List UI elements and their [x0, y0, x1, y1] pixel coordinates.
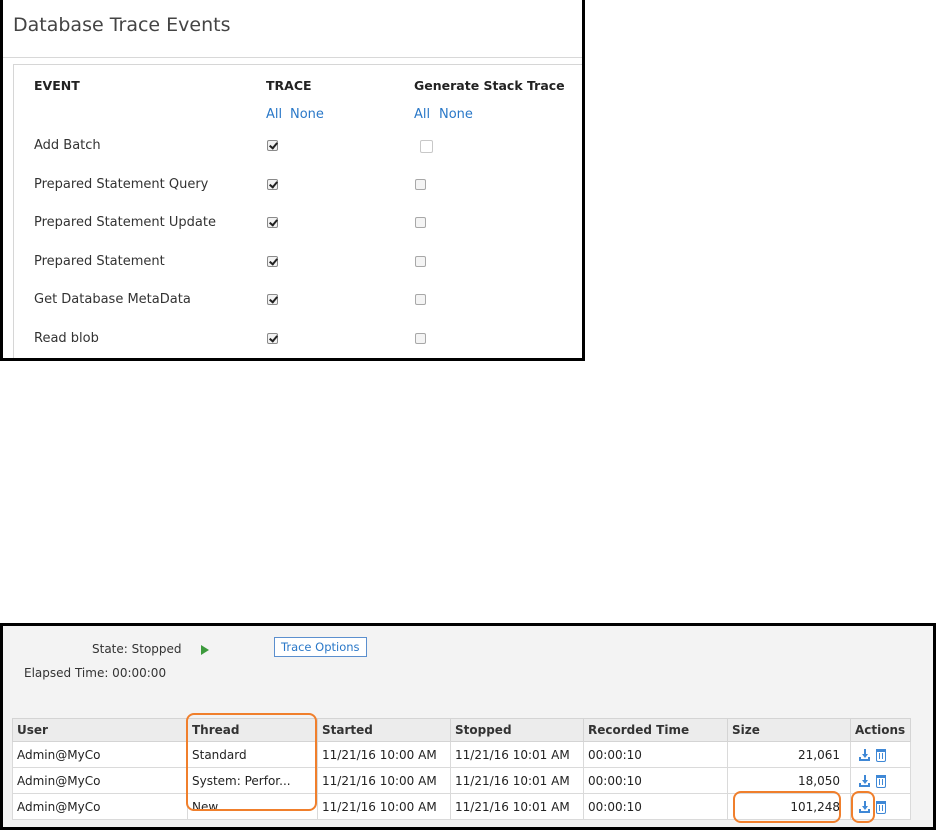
title-divider	[3, 57, 582, 58]
state-label: State: Stopped	[92, 642, 182, 656]
event-label-add-batch: Add Batch	[34, 138, 101, 153]
column-header-stopped[interactable]: Stopped	[450, 718, 584, 742]
trace-results-table: User Thread Started Stopped Recorded Tim…	[12, 718, 911, 820]
trash-icon[interactable]	[876, 748, 886, 762]
column-header-recorded-time[interactable]: Recorded Time	[583, 718, 728, 742]
column-header-user[interactable]: User	[12, 718, 188, 742]
event-label-prepared-statement-query: Prepared Statement Query	[34, 177, 209, 192]
column-header-started[interactable]: Started	[317, 718, 451, 742]
cell-user: Admin@MyCo	[12, 793, 188, 820]
event-label-read-blob: Read blob	[34, 331, 99, 346]
cell-started: 11/21/16 10:00 AM	[317, 767, 451, 794]
panel-title: Database Trace Events	[13, 14, 231, 36]
stack-checkbox-get-database-metadata[interactable]	[415, 294, 426, 305]
cell-thread: New	[187, 793, 318, 820]
download-icon[interactable]	[859, 749, 872, 761]
trash-icon[interactable]	[876, 800, 886, 814]
column-header-trace: TRACE	[266, 78, 312, 93]
column-header-stack-trace: Generate Stack Trace	[414, 78, 565, 93]
cell-actions	[850, 793, 911, 820]
stack-checkbox-prepared-statement[interactable]	[415, 256, 426, 267]
cell-actions	[850, 741, 911, 768]
cell-actions	[850, 767, 911, 794]
cell-started: 11/21/16 10:00 AM	[317, 741, 451, 768]
trace-checkbox-prepared-statement-query[interactable]	[267, 179, 278, 190]
stack-select-none-link[interactable]: None	[439, 107, 473, 122]
cell-thread: Standard	[187, 741, 318, 768]
elapsed-time-label: Elapsed Time: 00:00:00	[24, 666, 167, 680]
trace-checkbox-add-batch[interactable]	[267, 140, 278, 151]
table-header-row: User Thread Started Stopped Recorded Tim…	[12, 718, 911, 742]
event-label-prepared-statement: Prepared Statement	[34, 254, 165, 269]
database-trace-events-panel: Database Trace Events EVENT TRACE Genera…	[0, 0, 585, 361]
table-row[interactable]: Admin@MyCo Standard 11/21/16 10:00 AM 11…	[12, 741, 911, 768]
stack-checkbox-add-batch[interactable]	[420, 140, 433, 153]
trace-checkbox-prepared-statement-update[interactable]	[267, 217, 278, 228]
cell-user: Admin@MyCo	[12, 741, 188, 768]
trace-checkbox-get-database-metadata[interactable]	[267, 294, 278, 305]
download-icon[interactable]	[859, 775, 872, 787]
trace-checkbox-prepared-statement[interactable]	[267, 256, 278, 267]
event-label-prepared-statement-update: Prepared Statement Update	[34, 215, 216, 230]
column-header-actions: Actions	[850, 718, 911, 742]
stack-select-all-link[interactable]: All	[414, 107, 430, 122]
cell-size: 21,061	[727, 741, 851, 768]
table-row[interactable]: Admin@MyCo System: Perfor... 11/21/16 10…	[12, 767, 911, 794]
cell-stopped: 11/21/16 10:01 AM	[450, 741, 584, 768]
table-row[interactable]: Admin@MyCo New 11/21/16 10:00 AM 11/21/1…	[12, 793, 911, 820]
stack-checkbox-prepared-statement-query[interactable]	[415, 179, 426, 190]
column-header-event: EVENT	[34, 78, 80, 93]
cell-size: 18,050	[727, 767, 851, 794]
cell-recorded-time: 00:00:10	[583, 741, 728, 768]
cell-stopped: 11/21/16 10:01 AM	[450, 793, 584, 820]
stack-checkbox-read-blob[interactable]	[415, 333, 426, 344]
tracer-results-panel: State: Stopped Trace Options Elapsed Tim…	[0, 623, 936, 830]
cell-user: Admin@MyCo	[12, 767, 188, 794]
cell-recorded-time: 00:00:10	[583, 793, 728, 820]
cell-started: 11/21/16 10:00 AM	[317, 793, 451, 820]
column-header-size[interactable]: Size	[727, 718, 851, 742]
trace-select-all-link[interactable]: All	[266, 107, 282, 122]
cell-thread: System: Perfor...	[187, 767, 318, 794]
stack-checkbox-prepared-statement-update[interactable]	[415, 217, 426, 228]
trash-icon[interactable]	[876, 774, 886, 788]
cell-stopped: 11/21/16 10:01 AM	[450, 767, 584, 794]
play-icon[interactable]	[201, 645, 209, 655]
cell-recorded-time: 00:00:10	[583, 767, 728, 794]
trace-select-none-link[interactable]: None	[290, 107, 324, 122]
event-label-get-database-metadata: Get Database MetaData	[34, 292, 191, 307]
download-icon[interactable]	[859, 801, 872, 813]
column-header-thread[interactable]: Thread	[187, 718, 318, 742]
trace-options-button[interactable]: Trace Options	[274, 637, 367, 657]
trace-checkbox-read-blob[interactable]	[267, 333, 278, 344]
cell-size: 101,248	[727, 793, 851, 820]
